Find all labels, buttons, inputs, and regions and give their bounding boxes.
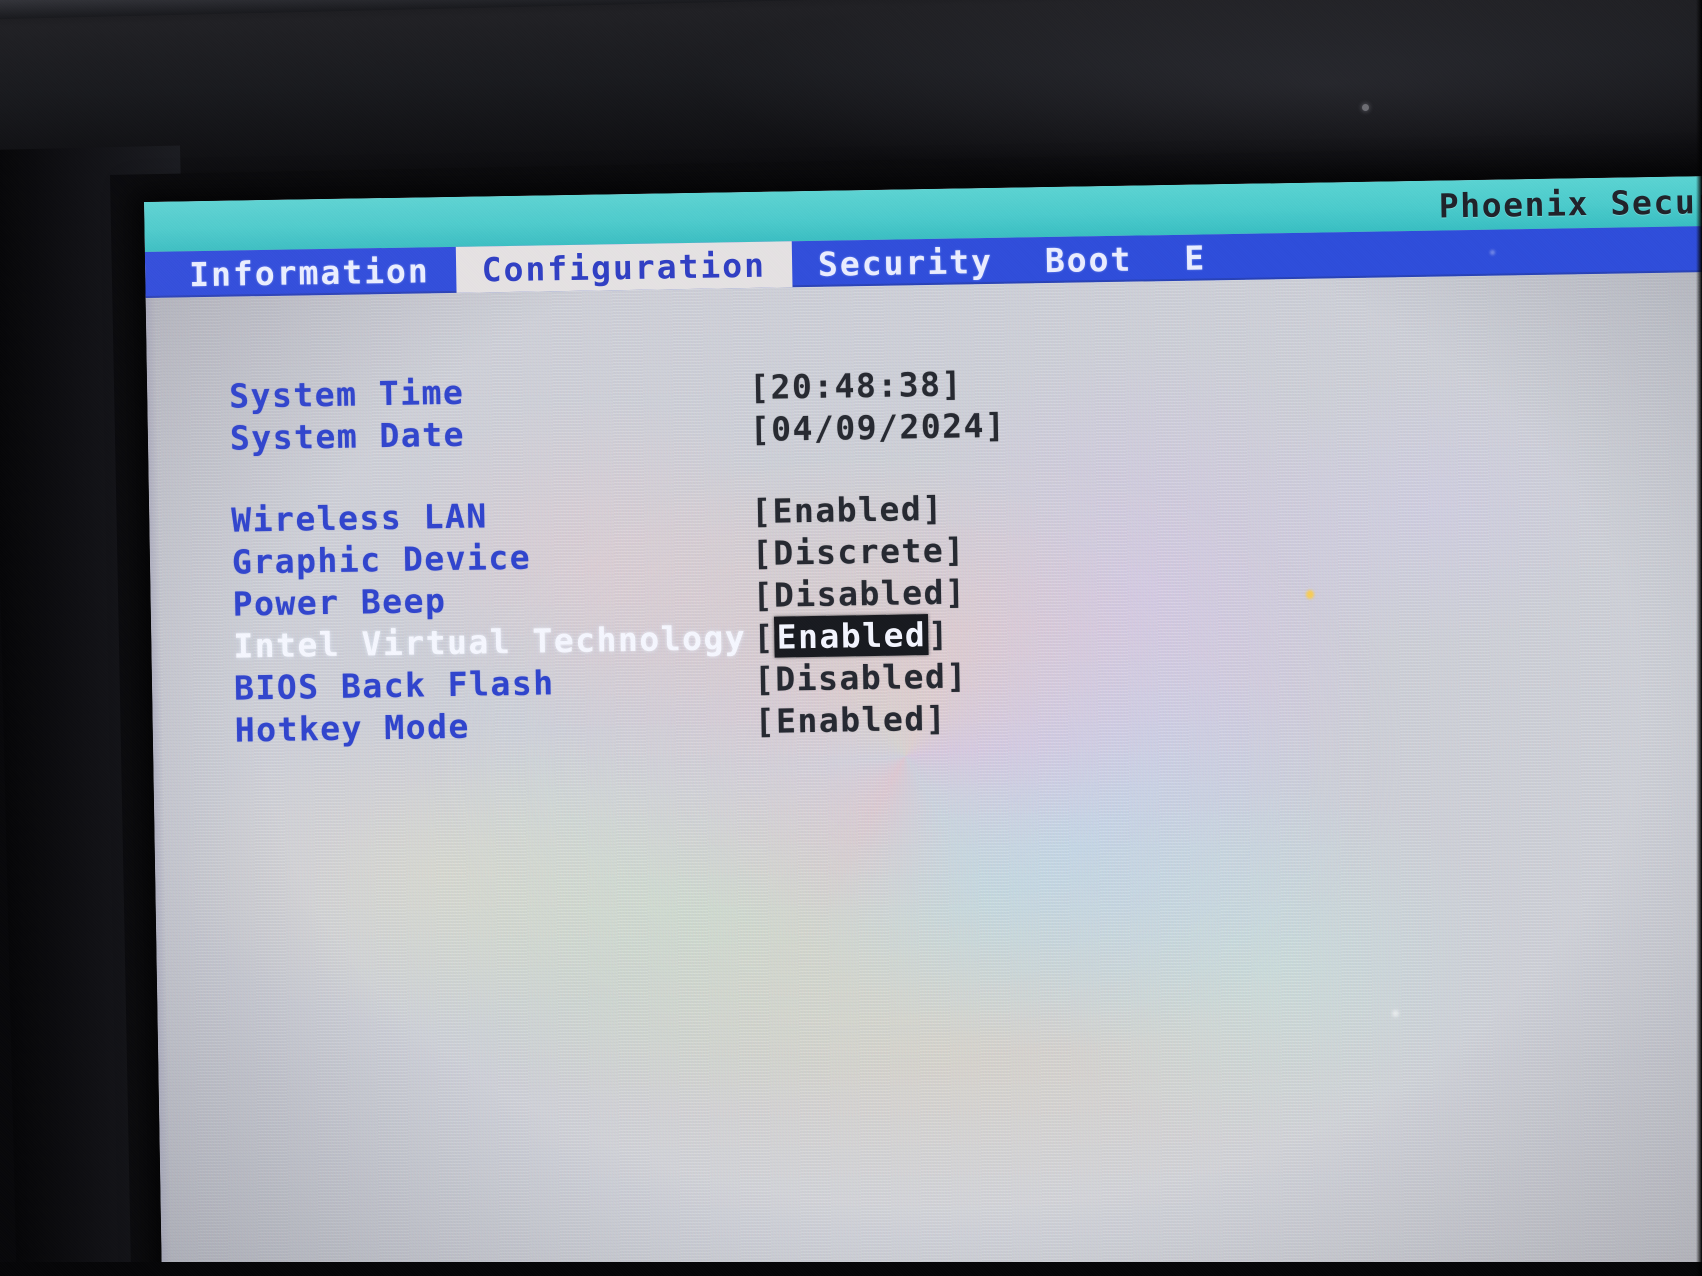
laptop-photo: Phoenix SecureCo Information Configurati… <box>0 0 1702 1276</box>
dust-speck <box>1490 250 1495 255</box>
setting-label: System Time <box>228 372 465 416</box>
tab-exit[interactable]: E <box>1158 234 1233 281</box>
photo-frame-right <box>1696 0 1702 1276</box>
webcam-icon <box>1362 104 1369 111</box>
bios-body-panel: System Time [20:48:38] System Date [04/0… <box>145 271 1702 1276</box>
specular-highlight-yellow <box>1306 590 1314 599</box>
value-bracket-open: [ <box>752 617 775 657</box>
bios-title: Phoenix SecureCo <box>1438 180 1702 226</box>
photo-frame-bottom <box>0 1262 1702 1276</box>
settings-list: System Time [20:48:38] System Date [04/0… <box>229 358 1235 751</box>
lcd-panel: Phoenix SecureCo Information Configurati… <box>144 175 1702 1276</box>
specular-highlight-white <box>1392 1010 1399 1017</box>
selected-value-highlight[interactable]: Enabled <box>774 613 929 658</box>
tab-information[interactable]: Information <box>163 247 456 298</box>
setting-label: BIOS Back Flash <box>233 662 555 708</box>
setting-label: Power Beep <box>232 580 447 624</box>
setting-value[interactable]: [Disabled] <box>752 572 966 615</box>
tab-configuration[interactable]: Configuration <box>455 241 793 293</box>
setting-label: Hotkey Mode <box>234 706 471 750</box>
setting-value[interactable]: [Discrete] <box>752 530 966 573</box>
value-bracket-close: ] <box>927 614 950 654</box>
setting-value[interactable]: [Enabled] <box>751 488 944 530</box>
setting-label: Wireless LAN <box>230 495 488 540</box>
menubar-left-pad <box>145 252 164 298</box>
bios-setup-screen: Phoenix SecureCo Information Configurati… <box>144 175 1702 1276</box>
setting-value[interactable]: [20:48:38] <box>749 364 963 407</box>
setting-value[interactable]: [Enabled] <box>754 698 947 740</box>
setting-value[interactable]: [04/09/2024] <box>750 405 1007 448</box>
setting-label: Intel Virtual Technology <box>233 617 747 666</box>
tab-boot[interactable]: Boot <box>1018 235 1158 283</box>
setting-label: System Date <box>229 414 466 458</box>
setting-value[interactable]: [Enabled] <box>752 613 950 658</box>
tab-security[interactable]: Security <box>792 238 1020 288</box>
setting-label: Graphic Device <box>231 537 532 582</box>
setting-value[interactable]: [Disabled] <box>754 656 968 699</box>
